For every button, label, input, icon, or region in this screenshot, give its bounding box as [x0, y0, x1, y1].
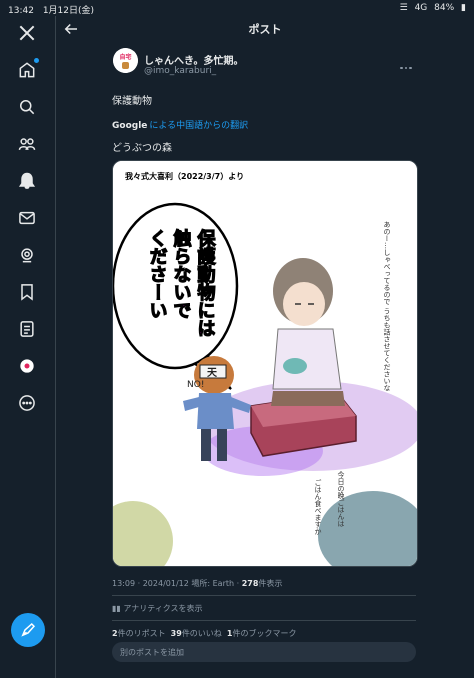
avatar-text: 自宅	[119, 53, 131, 61]
grok-icon[interactable]	[14, 242, 40, 268]
speech-line-1: 保護動物には	[195, 228, 217, 337]
notifications-icon[interactable]	[14, 168, 40, 194]
translation-attribution: Google による中国語からの翻訳	[112, 118, 248, 131]
home-icon[interactable]	[14, 57, 40, 83]
search-icon[interactable]	[14, 94, 40, 120]
notification-dot	[34, 58, 39, 63]
speech-line-2: 触らないで	[171, 228, 192, 319]
google-logo: Google	[112, 121, 148, 131]
profile-avatar[interactable]	[14, 353, 40, 379]
network-label: 4G	[414, 3, 428, 13]
post-date[interactable]: 2024/01/12	[143, 579, 189, 588]
status-time: 13:42	[8, 6, 34, 16]
page-header: ポスト	[56, 16, 474, 42]
lists-icon[interactable]	[14, 316, 40, 342]
status-bar: 13:42 1月12日(金) ☰ 4G 84% ▮	[0, 0, 474, 16]
engagement-stats: 2件のリポスト 39件のいいね 1件のブックマーク	[112, 628, 296, 639]
wifi-icon: ☰	[399, 3, 408, 13]
x-logo-icon[interactable]	[14, 20, 40, 46]
side-note: あのー…しゃべってるので うちも話させてくださいな	[383, 221, 391, 391]
translated-text: どうぶつの森	[112, 143, 172, 154]
image-caption: 我々式大喜利（2022/3/7）より	[125, 171, 244, 181]
noise-text: NO!	[187, 380, 204, 390]
bookmarks-icon[interactable]	[14, 279, 40, 305]
reposts-stat[interactable]: 2件のリポスト	[112, 629, 166, 638]
status-date: 1月12日(金)	[42, 6, 95, 16]
view-count: 278	[241, 579, 259, 588]
communities-icon[interactable]	[14, 131, 40, 157]
bottom-note-1: ごはん食べますか	[314, 478, 322, 535]
location-label: 場所:	[191, 579, 211, 588]
view-analytics-link[interactable]: ▮▮ アナリティクスを表示	[112, 603, 202, 614]
bottom-note-2: 今日の晩ごはんは	[337, 470, 345, 527]
translation-link[interactable]: による中国語からの翻訳	[149, 121, 248, 131]
post-time[interactable]: 13:09	[112, 579, 135, 588]
battery-label: 84%	[434, 3, 455, 13]
compose-post-icon	[21, 622, 36, 637]
author-avatar[interactable]: 自宅	[113, 48, 138, 73]
bookmarks-stat[interactable]: 1件のブックマーク	[227, 629, 297, 638]
messages-icon[interactable]	[14, 205, 40, 231]
author-display-name[interactable]: しゃんへき。多忙期。	[144, 52, 244, 67]
more-icon[interactable]	[14, 390, 40, 416]
analytics-icon: ▮▮	[112, 604, 121, 613]
divider	[112, 595, 416, 596]
illustration: 我々式大喜利（2022/3/7）より 保護動物には 触らないで くださーい 天 …	[113, 161, 417, 566]
post-meta: 13:09 · 2024/01/12 場所: Earth · 278件表示	[112, 579, 283, 588]
add-post-input[interactable]: 別のポストを追加	[112, 642, 416, 662]
view-label: 件表示	[258, 579, 283, 588]
post-image[interactable]: 我々式大喜利（2022/3/7）より 保護動物には 触らないで くださーい 天 …	[112, 160, 418, 567]
page-title: ポスト	[248, 23, 282, 36]
analytics-label: アナリティクスを表示	[123, 604, 203, 613]
sidebar-nav	[0, 16, 56, 678]
post-text: 保護動物	[112, 96, 152, 107]
battery-icon: ▮	[461, 3, 466, 13]
head-sign: 天	[207, 367, 218, 379]
location-value: Earth	[212, 579, 235, 588]
compose-post-button[interactable]	[11, 613, 45, 647]
speech-line-3: くださーい	[147, 229, 168, 319]
post-more-button[interactable]	[400, 54, 416, 69]
likes-stat[interactable]: 39件のいいね	[171, 629, 222, 638]
divider	[112, 620, 416, 621]
author-handle[interactable]: @imo_karaburi_	[144, 66, 216, 76]
